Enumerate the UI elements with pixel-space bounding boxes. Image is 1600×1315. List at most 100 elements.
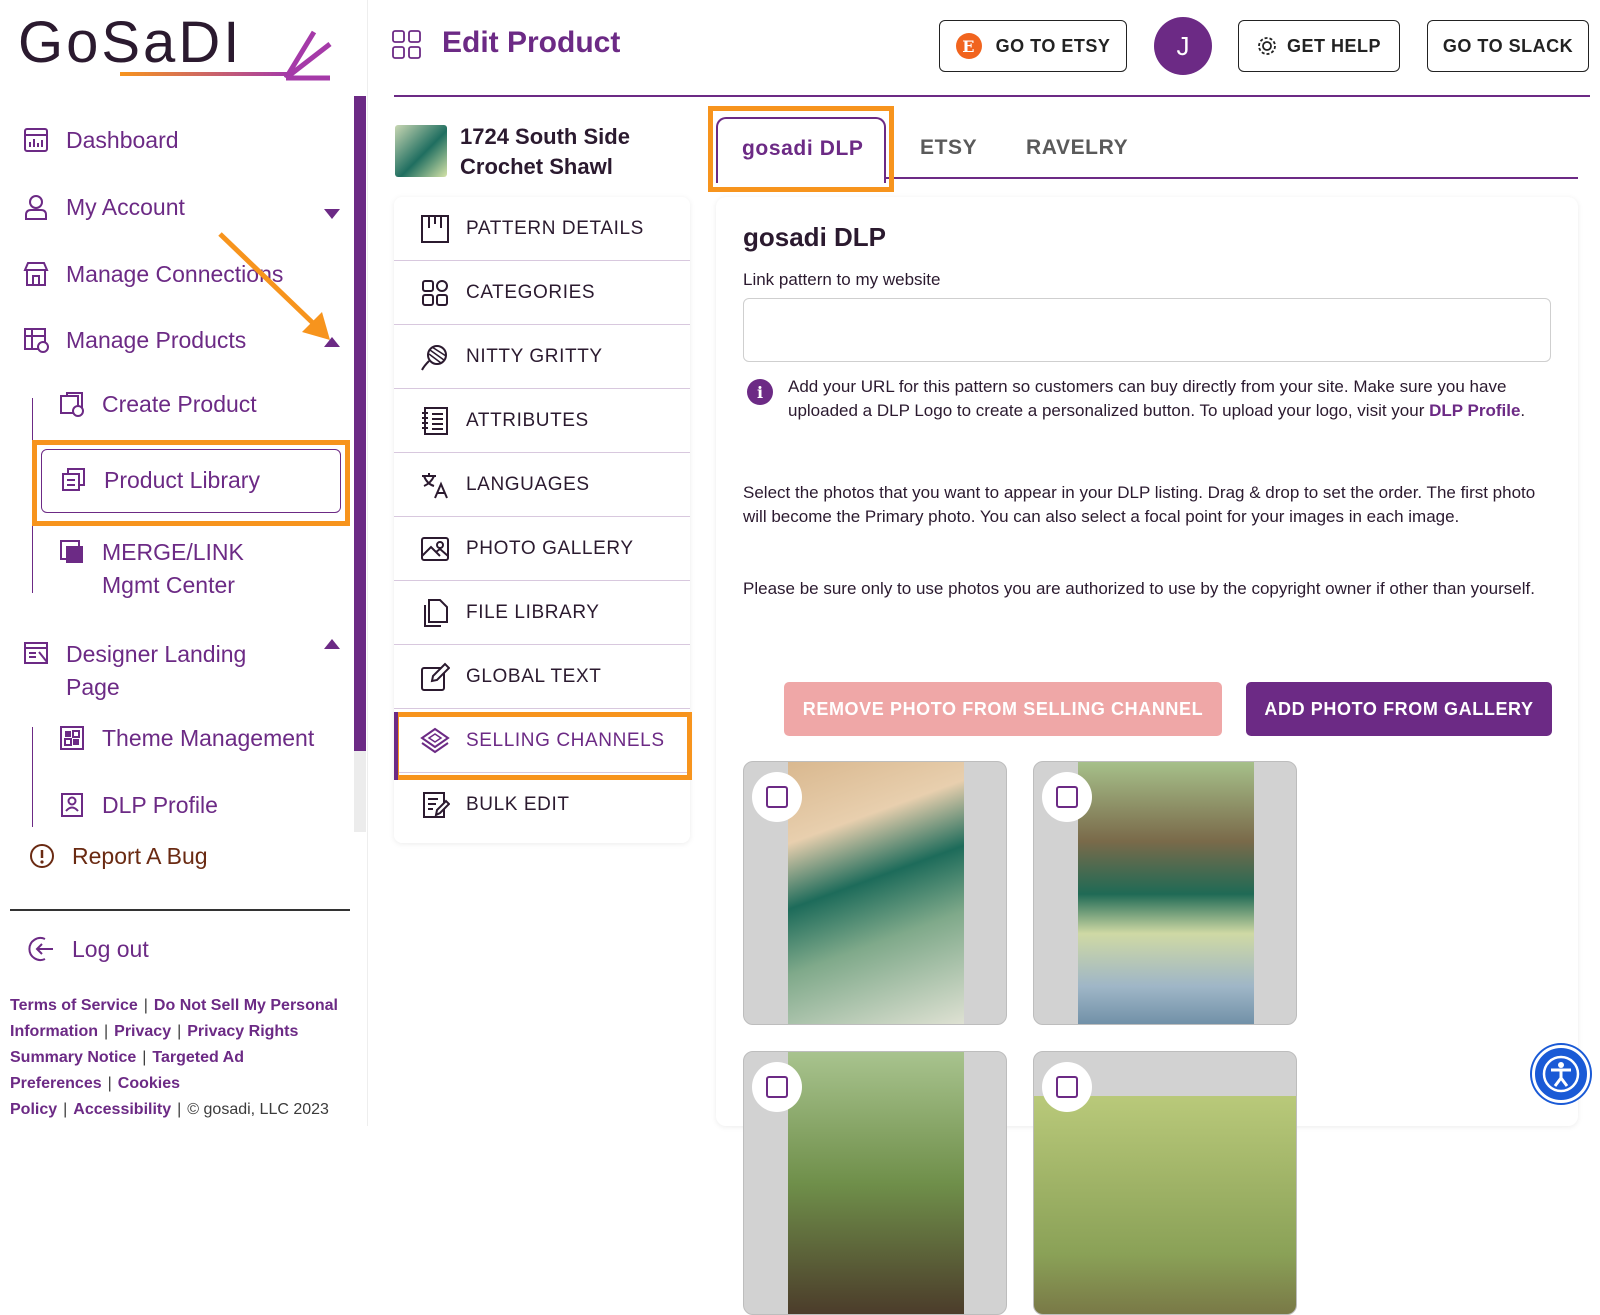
page-title: Edit Product	[442, 26, 621, 59]
photo-card[interactable]	[743, 1051, 1007, 1315]
logout-icon	[26, 933, 58, 965]
sidebar-item-label: Designer Landing	[66, 641, 247, 667]
translate-icon	[420, 470, 450, 500]
sidebar-item-create-product[interactable]: Create Product	[56, 388, 257, 420]
photo-instructions: Select the photos that you want to appea…	[743, 483, 1536, 526]
sidebar-item-label: Report A Bug	[72, 842, 208, 869]
sidebar-item-dashboard[interactable]: Dashboard	[20, 124, 179, 156]
chevron-down-icon[interactable]	[324, 209, 340, 219]
sidebar-item-label: Log out	[72, 935, 149, 962]
gosadi-logo[interactable]: GoSaDI	[18, 10, 348, 85]
alert-icon	[26, 840, 58, 872]
footer-link-privacy[interactable]: Privacy	[114, 1023, 171, 1040]
bulk-edit-icon	[420, 790, 450, 820]
submenu-line	[32, 727, 33, 827]
library-icon	[58, 464, 90, 496]
sidebar-item-label-2: Page	[66, 674, 120, 700]
categories-icon	[420, 278, 450, 308]
sidebar-item-label: MERGE/LINK	[102, 539, 244, 565]
photo-image	[788, 762, 964, 1024]
info-icon: i	[747, 379, 773, 405]
sidebar-item-report-bug[interactable]: Report A Bug	[26, 840, 208, 872]
active-indicator	[394, 712, 398, 780]
pattern-icon	[420, 214, 450, 244]
etsy-icon: E	[955, 33, 982, 59]
sidebar-item-label: My Account	[66, 193, 185, 220]
footer-link-accessibility[interactable]: Accessibility	[73, 1101, 171, 1118]
accessibility-icon[interactable]	[1532, 1045, 1590, 1103]
user-icon	[20, 191, 52, 223]
menu-item-global-text[interactable]: GLOBAL TEXT	[394, 645, 690, 709]
page-header: Edit Product E GO TO ETSY J GET HELP GO …	[368, 0, 1600, 96]
dlp-profile-link[interactable]: DLP Profile	[1429, 401, 1520, 420]
menu-item-attributes[interactable]: ATTRIBUTES	[394, 389, 690, 453]
edit-icon	[420, 662, 450, 692]
info-text: Add your URL for this pattern so custome…	[788, 377, 1526, 420]
sidebar-item-label: Theme Management	[102, 724, 315, 751]
photo-checkbox[interactable]	[1042, 772, 1092, 822]
landing-page-icon	[20, 638, 52, 670]
tab-underline	[884, 177, 1578, 179]
profile-icon	[56, 789, 88, 821]
sidebar-item-label-2: Mgmt Center	[102, 572, 235, 598]
go-to-slack-button[interactable]: GO TO SLACK	[1427, 20, 1589, 72]
photo-checkbox[interactable]	[1042, 1062, 1092, 1112]
menu-item-categories[interactable]: CATEGORIES	[394, 261, 690, 325]
image-icon	[420, 534, 450, 564]
annotation-arrow-icon	[218, 232, 330, 340]
photo-image	[1078, 762, 1254, 1024]
sidebar-scrollbar[interactable]	[354, 96, 366, 832]
photo-card[interactable]	[1033, 761, 1297, 1025]
file-icon	[420, 598, 450, 628]
grid-icon	[392, 30, 421, 59]
footer-link-terms[interactable]: Terms of Service	[10, 997, 138, 1014]
tab-gosadi-dlp[interactable]: gosadi DLP	[742, 137, 864, 161]
sidebar-divider	[10, 909, 350, 911]
copyright: © gosadi, LLC 2023	[187, 1101, 329, 1118]
sidebar-item-label: Dashboard	[66, 126, 179, 153]
menu-item-pattern-details[interactable]: PATTERN DETAILS	[394, 197, 690, 261]
go-to-etsy-button[interactable]: E GO TO ETSY	[939, 20, 1127, 72]
photo-card[interactable]	[743, 761, 1007, 1025]
avatar[interactable]: J	[1154, 17, 1212, 75]
attributes-icon	[420, 406, 450, 436]
sidebar-item-designer-landing-page[interactable]: Designer Landing Page	[20, 638, 246, 704]
photo-image	[788, 1052, 964, 1314]
add-photo-button[interactable]: ADD PHOTO FROM GALLERY	[1246, 682, 1552, 736]
get-help-button[interactable]: GET HELP	[1238, 20, 1400, 72]
selling-channel-panel: gosadi DLP Link pattern to my website i …	[716, 197, 1578, 1315]
photo-image	[1034, 1096, 1296, 1314]
website-url-input[interactable]	[743, 298, 1551, 362]
photo-checkbox[interactable]	[752, 1062, 802, 1112]
remove-photo-button[interactable]: REMOVE PHOTO FROM SELLING CHANNEL	[784, 682, 1222, 736]
sidebar-item-product-library[interactable]: Product Library	[58, 464, 260, 496]
sidebar-item-label: Product Library	[104, 466, 260, 493]
sidebar-item-merge-link[interactable]: MERGE/LINK Mgmt Center	[56, 536, 244, 602]
tab-ravelry[interactable]: RAVELRY	[1026, 136, 1128, 160]
sidebar-footer: Terms of Service | Do Not Sell My Personal…	[10, 997, 338, 1118]
gear-icon	[1257, 36, 1277, 56]
sidebar-item-theme-management[interactable]: Theme Management	[56, 722, 314, 754]
panel-heading: gosadi DLP	[743, 222, 887, 252]
chevron-up-icon[interactable]	[324, 639, 340, 649]
menu-item-photo-gallery[interactable]: PHOTO GALLERY	[394, 517, 690, 581]
highlight-box	[394, 712, 692, 780]
link-field-label: Link pattern to my website	[743, 270, 941, 289]
tab-etsy[interactable]: ETSY	[920, 136, 977, 160]
create-product-icon	[56, 388, 88, 420]
sidebar-item-dlp-profile[interactable]: DLP Profile	[56, 789, 218, 821]
sidebar: GoSaDI Dashboard My Account Manage Conne…	[0, 0, 368, 1126]
menu-item-file-library[interactable]: FILE LIBRARY	[394, 581, 690, 645]
menu-item-languages[interactable]: LANGUAGES	[394, 453, 690, 517]
products-icon	[20, 324, 52, 356]
photo-card[interactable]	[1033, 1051, 1297, 1315]
menu-item-bulk-edit[interactable]: BULK EDIT	[394, 773, 690, 837]
sidebar-item-logout[interactable]: Log out	[26, 933, 149, 965]
merge-icon	[56, 536, 88, 568]
product-title: 1724 South Side Crochet Shawl	[460, 124, 630, 179]
copyright-notice: Please be sure only to use photos you ar…	[743, 579, 1535, 598]
photo-checkbox[interactable]	[752, 772, 802, 822]
sidebar-item-my-account[interactable]: My Account	[20, 191, 185, 223]
dashboard-icon	[20, 124, 52, 156]
menu-item-nitty-gritty[interactable]: NITTY GRITTY	[394, 325, 690, 389]
